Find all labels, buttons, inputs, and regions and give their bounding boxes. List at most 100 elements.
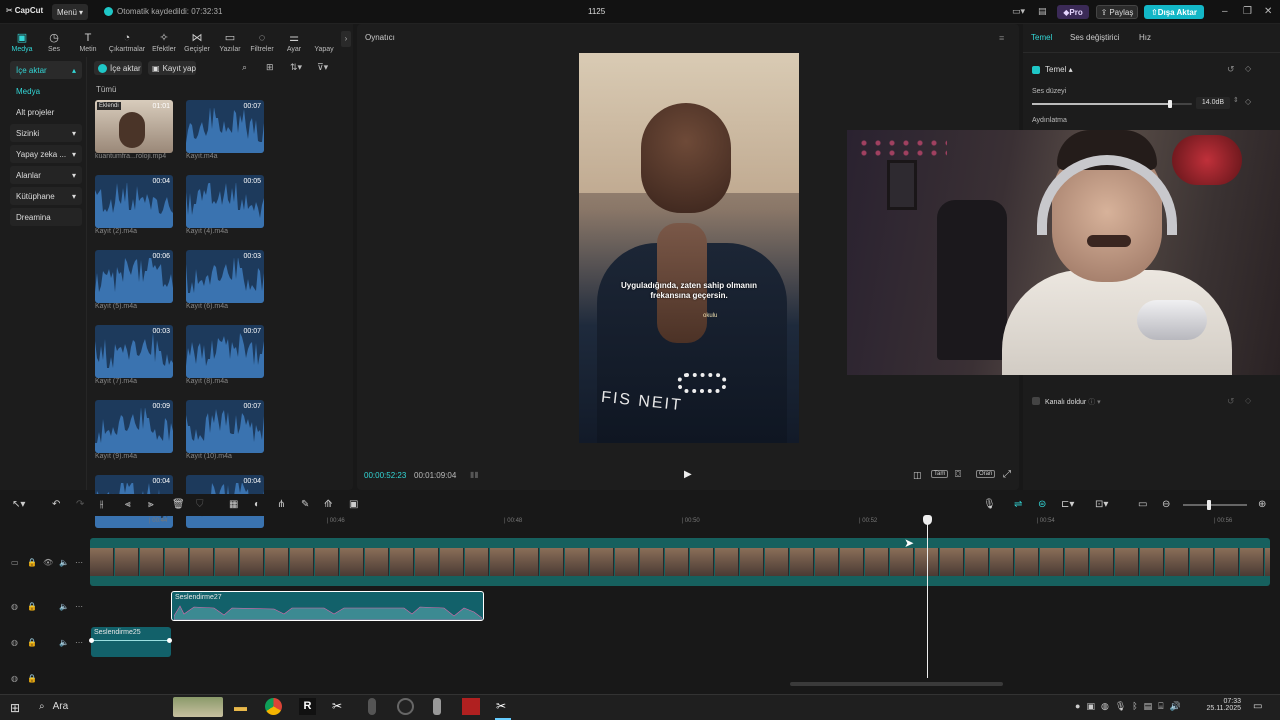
- reset-icon[interactable]: ↺: [1227, 396, 1235, 407]
- zoom-slider[interactable]: [1183, 500, 1247, 510]
- notification-icon[interactable]: ▭: [1253, 701, 1262, 712]
- search-icon[interactable]: ⌕: [242, 62, 247, 73]
- speaker-icon[interactable]: 🔈: [59, 638, 69, 647]
- zoom-knob[interactable]: [1207, 500, 1211, 510]
- timecode-toggle-icon[interactable]: ▮▮: [470, 470, 479, 479]
- preview-axis-icon[interactable]: ⊡▾: [1095, 499, 1108, 510]
- media-item[interactable]: 00:07 Kayıt (8).m4a: [186, 325, 266, 385]
- sidebar-item-library[interactable]: Kütüphane ▾: [10, 187, 82, 205]
- media-item[interactable]: 00:03 Kayıt (7).m4a: [95, 325, 175, 385]
- close-icon[interactable]: ✕: [1264, 6, 1272, 17]
- tab-transitions[interactable]: ⋈ Geçişler: [181, 27, 213, 54]
- fade-handle[interactable]: [89, 638, 94, 643]
- magnet-icon[interactable]: ⊜: [1038, 499, 1046, 510]
- tab-captions[interactable]: ▭ Yazılar: [214, 27, 246, 54]
- volume-value[interactable]: 14.0dB: [1196, 97, 1230, 109]
- grid-view-icon[interactable]: ⊞: [266, 62, 274, 73]
- chevron-right-icon[interactable]: ›: [341, 31, 351, 47]
- mic-app-icon[interactable]: [368, 698, 376, 715]
- system-tray[interactable]: ● ▣ ◍ 🎙 ᛒ ▤ ⌸ 🔊: [1075, 701, 1181, 712]
- screenshot-icon[interactable]: ⌼: [955, 469, 961, 480]
- video-track-clip[interactable]: [90, 538, 1270, 586]
- audio-thumbnail[interactable]: 00:03: [186, 250, 264, 303]
- menu-button[interactable]: Menü ▾: [52, 4, 88, 20]
- media-item[interactable]: Eklendi 01:01 kuantumfra...roloji.mp4: [95, 100, 175, 160]
- more-icon[interactable]: ⋯: [75, 602, 83, 611]
- split-icon[interactable]: ⫲: [100, 499, 103, 510]
- sidebar-item-subprojects[interactable]: Alt projeler: [10, 103, 82, 121]
- fill-channel-checkbox[interactable]: [1032, 397, 1040, 405]
- subtitle-line-2[interactable]: frekansına geçersin.: [579, 291, 799, 300]
- video-preview[interactable]: Uyguladığında, zaten sahip olmanın freka…: [579, 53, 799, 443]
- menu-icon[interactable]: ≡: [999, 33, 1004, 43]
- speaker-icon[interactable]: 🔈: [59, 558, 69, 567]
- keyframe-icon[interactable]: ◇: [1245, 396, 1251, 405]
- minimize-icon[interactable]: –: [1222, 6, 1228, 17]
- tab-filters[interactable]: ◌ Filtreler: [246, 27, 278, 54]
- clock[interactable]: 07:33 25.11.2025: [1205, 698, 1241, 712]
- taskbar-search[interactable]: ⌕ Ara: [39, 701, 68, 712]
- tray-icon[interactable]: ▣: [1086, 701, 1095, 712]
- fullscreen-icon[interactable]: ⤢: [1003, 469, 1011, 480]
- speaker-icon[interactable]: 🔈: [59, 602, 69, 611]
- capcut-active-icon[interactable]: ✂: [496, 699, 506, 713]
- ratio-button[interactable]: Oran: [976, 470, 996, 478]
- image-icon[interactable]: ▦: [229, 499, 238, 510]
- basic-checkbox[interactable]: [1032, 66, 1040, 74]
- pro-button[interactable]: ◆ Pro: [1057, 5, 1089, 19]
- section-title[interactable]: Temel ▴: [1045, 65, 1073, 74]
- timeline-scrollbar[interactable]: [790, 682, 1003, 686]
- tray-icon[interactable]: ◍: [1101, 701, 1109, 712]
- crop-icon[interactable]: ◫: [913, 470, 922, 481]
- zoom-out-icon[interactable]: ⊖: [1162, 499, 1170, 510]
- fade-handle[interactable]: [167, 638, 172, 643]
- audio-thumbnail[interactable]: 00:05: [186, 175, 264, 228]
- lock-icon[interactable]: 🔒: [27, 558, 37, 567]
- lock-icon[interactable]: 🔒: [27, 638, 37, 647]
- tab-effects[interactable]: ✧ Efektler: [148, 27, 180, 54]
- split-left-icon[interactable]: ⫷: [125, 499, 131, 510]
- sidebar-item-spaces[interactable]: Alanlar ▾: [10, 166, 82, 184]
- volume-slider[interactable]: [1032, 100, 1192, 108]
- export-button[interactable]: ⇧ Dışa Aktar: [1144, 5, 1204, 19]
- tab-audio[interactable]: ◷ Ses: [38, 27, 70, 54]
- network-icon[interactable]: ⌸: [1158, 701, 1163, 712]
- layout-icon[interactable]: ▭▾: [1012, 6, 1025, 17]
- magic-icon[interactable]: ✎: [301, 499, 309, 510]
- audio-thumbnail[interactable]: 00:07: [186, 100, 264, 153]
- keyframe-icon[interactable]: ◇: [1245, 97, 1251, 106]
- voicemeeter-icon[interactable]: [462, 698, 480, 715]
- record-button[interactable]: ▣ Kayıt yap: [148, 61, 196, 75]
- timeline-ruler[interactable]: [0, 514, 1280, 528]
- tab-stickers[interactable]: ◔ Çıkartmalar: [108, 27, 146, 54]
- microphone-icon[interactable]: 🎙: [983, 499, 996, 510]
- project-title[interactable]: 1125: [588, 7, 605, 16]
- tray-icon[interactable]: ▤: [1144, 701, 1153, 712]
- lock-icon[interactable]: 🔒: [27, 674, 37, 683]
- audio-thumbnail[interactable]: 00:04: [95, 175, 173, 228]
- obs-icon[interactable]: [397, 698, 414, 715]
- chrome-icon[interactable]: [265, 698, 282, 715]
- media-item[interactable]: 00:09 Kayıt (9).m4a: [95, 400, 175, 460]
- sidebar-item-yours[interactable]: Sizinki ▾: [10, 124, 82, 142]
- media-item[interactable]: 00:07 Kayıt.m4a: [186, 100, 266, 160]
- sidebar-item-media[interactable]: Medya: [10, 82, 82, 100]
- redo-icon[interactable]: ↷: [76, 499, 84, 510]
- import-button[interactable]: İçe aktar: [94, 61, 142, 75]
- tab-text[interactable]: T Metin: [72, 27, 104, 54]
- app-r-icon[interactable]: R: [299, 698, 316, 715]
- playhead[interactable]: [927, 520, 928, 678]
- more-icon[interactable]: ⋯: [75, 558, 83, 567]
- subtitle-line-1[interactable]: Uyguladığında, zaten sahip olmanın: [579, 281, 799, 290]
- tray-icon[interactable]: 🎙: [1115, 701, 1126, 712]
- media-item[interactable]: 00:03 Kayıt (6).m4a: [186, 250, 266, 310]
- audio-clip[interactable]: Seslendirme25: [89, 627, 172, 657]
- maximize-icon[interactable]: ❐: [1243, 6, 1252, 17]
- zoom-in-icon[interactable]: ⊕: [1258, 499, 1266, 510]
- more-icon[interactable]: ⋯: [75, 638, 83, 647]
- sort-icon[interactable]: ⇅▾: [290, 62, 302, 73]
- filter-sort-icon[interactable]: ⊽▾: [317, 62, 328, 73]
- audio-thumbnail[interactable]: 00:03: [95, 325, 173, 378]
- quality-button[interactable]: Tam: [931, 470, 949, 478]
- select-tool-icon[interactable]: ↖▾: [12, 499, 25, 510]
